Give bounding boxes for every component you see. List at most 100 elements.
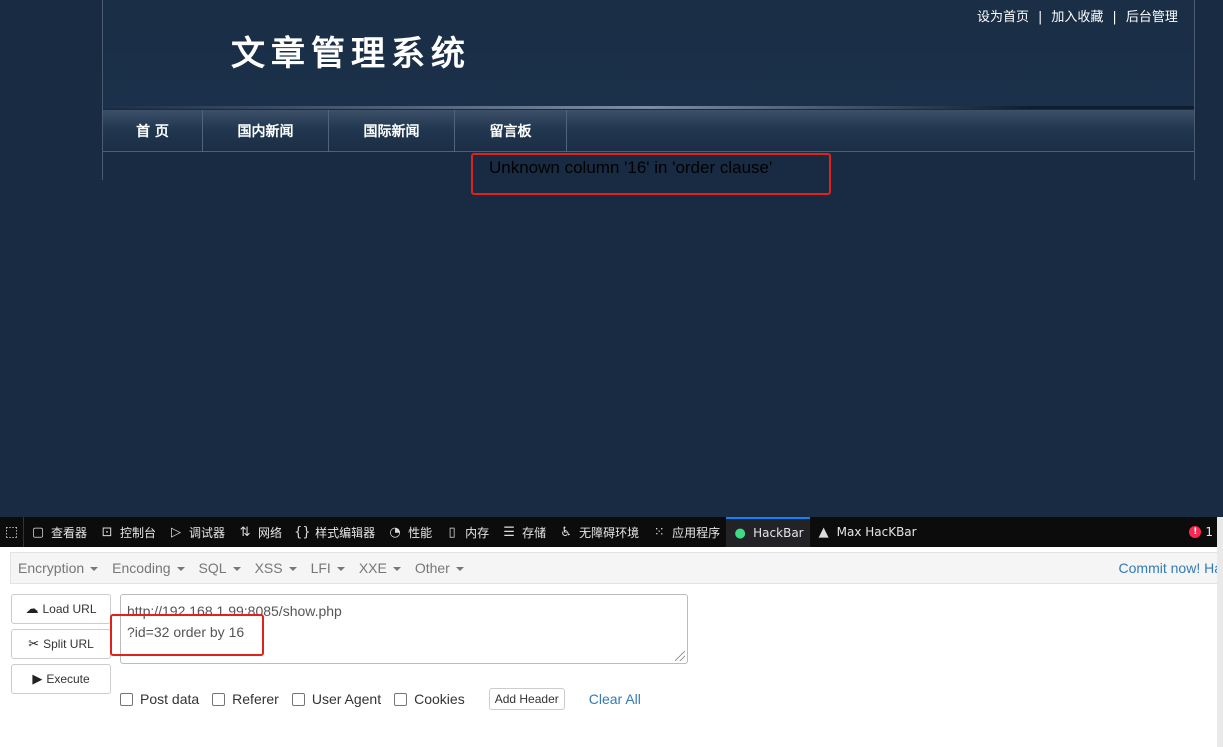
user-agent-checkbox[interactable]	[291, 692, 305, 706]
site-title: 文章管理系统	[231, 34, 471, 74]
menu-label: XXE	[358, 560, 387, 576]
menu-label: LFI	[310, 560, 331, 576]
referer-checkbox[interactable]	[212, 692, 226, 706]
set-homepage-link[interactable]: 设为首页	[977, 10, 1029, 25]
user-agent-option[interactable]: User Agent	[291, 691, 382, 707]
load-url-button[interactable]: ☁ Load URL	[11, 594, 111, 624]
webpage-viewport: 文章管理系统 设为首页 | 加入收藏 | 后台管理 首 页 国内新闻 国际新闻 留言板 …	[0, 0, 1223, 517]
menu-label: SQL	[198, 560, 227, 576]
menu-label: Other	[414, 560, 450, 576]
hackbar-options: Post data Referer User Agent Cookies Add…	[120, 688, 641, 710]
storage-icon: ☰	[503, 524, 515, 540]
option-label: Referer	[232, 691, 279, 707]
menu-label: XSS	[254, 560, 283, 576]
caret-down-icon	[232, 567, 241, 572]
tab-label: 样式编辑器	[315, 525, 376, 540]
site-banner: 文章管理系统 设为首页 | 加入收藏 | 后台管理	[103, 0, 1194, 108]
caret-down-icon	[288, 567, 297, 572]
caret-down-icon	[90, 567, 99, 572]
menu-xxe[interactable]: XXE	[352, 560, 408, 576]
max-hackbar-icon: ▲	[818, 524, 829, 540]
inspector-icon: ▢	[31, 524, 45, 540]
tab-label: 查看器	[51, 525, 88, 540]
menu-other[interactable]: Other	[408, 560, 471, 576]
query-highlight-box	[110, 614, 264, 656]
main-nav: 首 页 国内新闻 国际新闻 留言板	[103, 110, 1194, 152]
caret-down-icon	[455, 567, 464, 572]
clear-all-link[interactable]: Clear All	[589, 691, 641, 707]
tab-label: 无障碍环境	[579, 525, 640, 540]
post-data-checkbox[interactable]	[120, 692, 133, 706]
caret-down-icon	[176, 567, 185, 572]
cloud-download-icon: ☁	[25, 601, 39, 616]
caret-down-icon	[336, 567, 345, 572]
tab-application[interactable]: ⁙ 应用程序	[645, 517, 726, 547]
tab-inspector[interactable]: ▢ 查看器	[24, 517, 93, 547]
option-label: Cookies	[414, 691, 465, 707]
play-icon: ▶	[32, 671, 43, 686]
option-label: User Agent	[311, 691, 382, 707]
tab-label: 存储	[522, 525, 547, 540]
menu-label: Encryption	[18, 560, 85, 576]
separator: |	[1038, 10, 1043, 25]
button-label: Split URL	[43, 637, 94, 651]
tab-label: 内存	[465, 525, 490, 540]
tab-label: 控制台	[120, 525, 157, 540]
referer-option[interactable]: Referer	[212, 691, 279, 707]
nav-domestic-news[interactable]: 国内新闻	[203, 110, 329, 152]
menu-label: Encoding	[112, 560, 171, 576]
devtools-toolbar: ⬚ ▢ 查看器 ⊡ 控制台 ▷ 调试器 ⇅ 网络 {} 样式编辑器 ◔ 性能 ▯ 内存 ☰ 存储…	[0, 517, 1223, 547]
tab-label: Max HacKBar	[836, 525, 917, 539]
tab-memory[interactable]: ▯ 内存	[438, 517, 495, 547]
tab-style-editor[interactable]: {} 样式编辑器	[288, 517, 381, 547]
element-picker-icon[interactable]: ⬚	[0, 517, 24, 547]
devtools-right-controls: ! 1	[1189, 517, 1213, 547]
tab-debugger[interactable]: ▷ 调试器	[162, 517, 231, 547]
caret-down-icon	[392, 567, 401, 572]
error-icon[interactable]: !	[1189, 526, 1202, 538]
resize-grip-icon[interactable]	[675, 651, 685, 661]
commit-now-link[interactable]: Commit now! Ha	[1119, 560, 1222, 576]
tab-max-hackbar[interactable]: ▲ Max HacKBar	[810, 517, 923, 547]
tab-label: 网络	[258, 525, 283, 540]
tab-console[interactable]: ⊡ 控制台	[93, 517, 162, 547]
panel-scrollbar[interactable]	[1217, 517, 1223, 747]
debugger-icon: ▷	[171, 524, 182, 540]
button-label: Execute	[46, 672, 90, 686]
post-data-option[interactable]: Post data	[120, 691, 199, 707]
performance-icon: ◔	[389, 524, 401, 540]
split-url-button[interactable]: ✂ Split URL	[11, 629, 111, 659]
nav-home[interactable]: 首 页	[103, 110, 203, 152]
tab-label: 调试器	[189, 525, 226, 540]
option-label: Post data	[140, 691, 200, 707]
hackbar-menu: Encryption Encoding SQL XSS LFI XXE Othe…	[10, 552, 1223, 584]
nav-international-news[interactable]: 国际新闻	[329, 110, 455, 152]
admin-link[interactable]: 后台管理	[1126, 10, 1178, 25]
menu-xss[interactable]: XSS	[248, 560, 304, 576]
cookies-checkbox[interactable]	[394, 692, 408, 706]
tab-performance[interactable]: ◔ 性能	[381, 517, 438, 547]
error-count[interactable]: 1	[1205, 525, 1213, 539]
menu-encryption[interactable]: Encryption	[11, 560, 105, 576]
top-links: 设为首页 | 加入收藏 | 后台管理	[977, 6, 1178, 25]
add-favorite-link[interactable]: 加入收藏	[1051, 10, 1103, 25]
tab-label: HackBar	[753, 526, 804, 540]
tab-label: 性能	[408, 525, 433, 540]
hackbar-icon: ●	[734, 525, 746, 541]
memory-icon: ▯	[448, 524, 456, 540]
error-highlight-box	[471, 153, 831, 195]
tab-storage[interactable]: ☰ 存储	[495, 517, 552, 547]
execute-button[interactable]: ▶ Execute	[11, 664, 111, 694]
nav-message-board[interactable]: 留言板	[455, 110, 567, 152]
application-icon: ⁙	[653, 524, 665, 540]
scissors-icon: ✂	[28, 636, 40, 651]
style-editor-icon: {}	[294, 524, 311, 540]
menu-encoding[interactable]: Encoding	[105, 560, 191, 576]
cookies-option[interactable]: Cookies	[394, 691, 465, 707]
menu-lfi[interactable]: LFI	[304, 560, 352, 576]
tab-accessibility[interactable]: ♿ 无障碍环境	[552, 517, 645, 547]
menu-sql[interactable]: SQL	[192, 560, 248, 576]
add-header-button[interactable]: Add Header	[488, 688, 565, 710]
tab-hackbar[interactable]: ● HackBar	[726, 517, 810, 547]
tab-network[interactable]: ⇅ 网络	[231, 517, 288, 547]
